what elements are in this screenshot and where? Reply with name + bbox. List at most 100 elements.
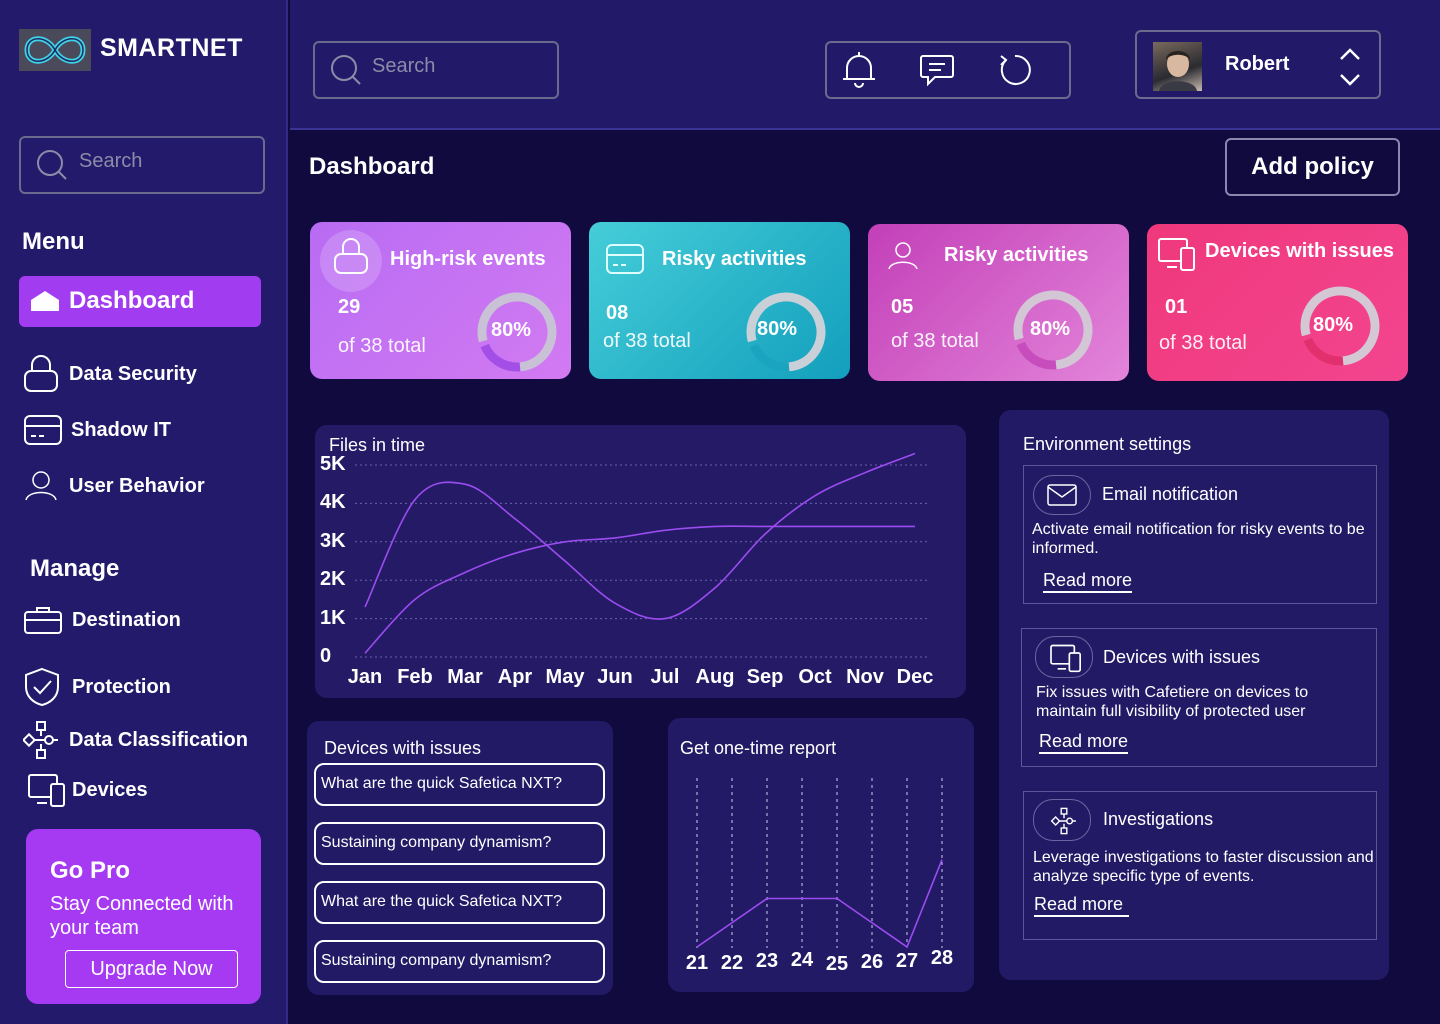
mail-icon	[1047, 484, 1077, 506]
top-bar: Search Robert	[290, 0, 1440, 130]
upgrade-now-button[interactable]: Upgrade Now	[65, 950, 238, 988]
go-pro-text: Stay Connected with your team	[50, 893, 234, 939]
refresh-icon[interactable]	[997, 52, 1033, 88]
sidebar-item-label: Destination	[72, 608, 181, 631]
question-item[interactable]: Sustaining company dynamism?	[314, 940, 605, 983]
series-line-1	[364, 452, 916, 620]
message-icon[interactable]	[919, 53, 955, 87]
sidebar-item-label: User Behavior	[69, 474, 205, 497]
stat-count: 08	[606, 302, 629, 324]
user-name: Robert	[1225, 53, 1290, 75]
header-actions	[825, 41, 1071, 99]
env-item-devices: Devices with issues Fix issues with Cafe…	[1021, 628, 1377, 767]
sidebar-item-dashboard[interactable]: Dashboard	[19, 276, 261, 327]
devices-icon-frame	[1035, 636, 1093, 678]
manage-title: Manage	[30, 555, 120, 582]
sidebar-search-input[interactable]: Search	[19, 136, 265, 194]
stat-total: of 38 total	[338, 335, 426, 357]
brand-name: SMARTNET	[100, 34, 243, 62]
add-policy-button[interactable]: Add policy	[1225, 138, 1400, 196]
sidebar-item-label: Dashboard	[69, 287, 195, 314]
question-item[interactable]: What are the quick Safetica NXT?	[314, 763, 605, 806]
search-icon	[331, 55, 361, 85]
env-desc: Fix issues with Cafetiere on devices to …	[1036, 684, 1309, 720]
sidebar-item-devices[interactable]: Devices	[27, 772, 148, 808]
search-icon	[37, 150, 67, 180]
env-item-email: Email notification Activate email notifi…	[1023, 465, 1377, 604]
devices-icon	[1158, 238, 1195, 271]
stat-title: Devices with issues	[1205, 240, 1394, 262]
stat-percent: 80%	[1313, 314, 1354, 336]
network-icon	[23, 721, 58, 759]
stat-total: of 38 total	[891, 330, 979, 352]
env-desc: Activate email notification for risky ev…	[1032, 521, 1365, 557]
x-tick-label: 24	[790, 949, 814, 971]
report-panel: Get one-time report 21 22 23 24 25 26 27 28	[668, 718, 974, 992]
sidebar-item-data-security[interactable]: Data Security	[23, 355, 197, 393]
x-tick-label: 21	[685, 952, 709, 974]
network-icon-frame	[1033, 799, 1091, 841]
env-item-investigations: Investigations Leverage investigations t…	[1023, 791, 1377, 940]
question-item[interactable]: What are the quick Safetica NXT?	[314, 881, 605, 924]
go-pro-title: Go Pro	[50, 857, 131, 884]
sidebar-item-label: Data Classification	[69, 728, 248, 751]
x-tick-label: 22	[720, 952, 744, 974]
card-icon	[24, 415, 62, 445]
x-tick-label: 25	[825, 953, 849, 975]
env-title: Devices with issues	[1103, 647, 1261, 667]
env-desc: Leverage investigations to faster discus…	[1033, 849, 1374, 885]
stat-title: Risky activities	[944, 244, 1089, 266]
sidebar-item-destination[interactable]: Destination	[23, 605, 181, 635]
header-search-input[interactable]: Search	[313, 41, 559, 99]
x-tick-label: 27	[895, 950, 919, 972]
panel-title: Environment settings	[1023, 434, 1192, 454]
stat-title: Risky activities	[662, 248, 807, 270]
stat-total: of 38 total	[1159, 332, 1247, 354]
panel-title: Devices with issues	[324, 738, 482, 758]
menu-title: Menu	[22, 228, 85, 255]
devices-issues-panel: Devices with issues What are the quick S…	[307, 721, 613, 995]
read-more-link[interactable]: Read more	[1034, 894, 1129, 917]
env-title: Email notification	[1102, 484, 1239, 504]
sidebar-item-shadow-it[interactable]: Shadow IT	[23, 414, 171, 446]
stat-total: of 38 total	[603, 330, 691, 352]
stat-card-high-risk[interactable]: High-risk events 29 of 38 total 80%	[310, 222, 571, 379]
sidebar-item-user-behavior[interactable]: User Behavior	[23, 470, 205, 502]
lock-icon	[24, 355, 58, 392]
chevron-up-down-icon[interactable]	[1337, 45, 1363, 89]
stat-count: 05	[891, 296, 914, 318]
sidebar-item-label: Devices	[72, 778, 148, 801]
stat-percent: 80%	[1030, 318, 1071, 340]
stat-card-risky-activities-2[interactable]: Risky activities 05 of 38 total 80%	[868, 224, 1129, 381]
devices-icon	[1050, 644, 1081, 673]
stat-count: 01	[1165, 296, 1188, 318]
card-icon	[606, 244, 644, 274]
x-tick-label: 23	[755, 950, 779, 972]
read-more-link[interactable]: Read more	[1039, 731, 1129, 754]
stat-card-devices-with-issues[interactable]: Devices with issues 01 of 38 total 80%	[1147, 224, 1408, 381]
question-item[interactable]: Sustaining company dynamism?	[314, 822, 605, 865]
x-tick-label: 26	[860, 951, 884, 973]
stat-count: 29	[338, 296, 361, 318]
sidebar-item-label: Data Security	[69, 362, 197, 385]
sidebar-item-label: Protection	[72, 675, 171, 698]
files-line-chart	[355, 452, 930, 658]
env-title: Investigations	[1103, 809, 1214, 829]
mail-icon-frame	[1033, 475, 1091, 515]
user-icon	[25, 471, 57, 501]
x-tick-label: 28	[930, 947, 954, 969]
user-menu[interactable]: Robert	[1135, 30, 1381, 99]
home-icon	[31, 291, 59, 311]
read-more-link[interactable]: Read more	[1043, 570, 1133, 593]
devices-icon	[28, 774, 65, 807]
series-line-1	[696, 859, 943, 949]
sidebar: SMARTNET Search Menu Dashboard Data Secu…	[0, 0, 288, 1024]
lock-icon	[334, 238, 368, 274]
network-icon	[1050, 807, 1076, 835]
bell-icon[interactable]	[841, 51, 877, 89]
sidebar-item-data-classification[interactable]: Data Classification	[23, 720, 248, 760]
sidebar-item-protection[interactable]: Protection	[23, 667, 171, 707]
logo-icon	[19, 29, 91, 71]
go-pro-card: Go Pro Stay Connected with your team Upg…	[26, 829, 261, 1004]
stat-card-risky-activities[interactable]: Risky activities 08 of 38 total 80%	[589, 222, 850, 379]
